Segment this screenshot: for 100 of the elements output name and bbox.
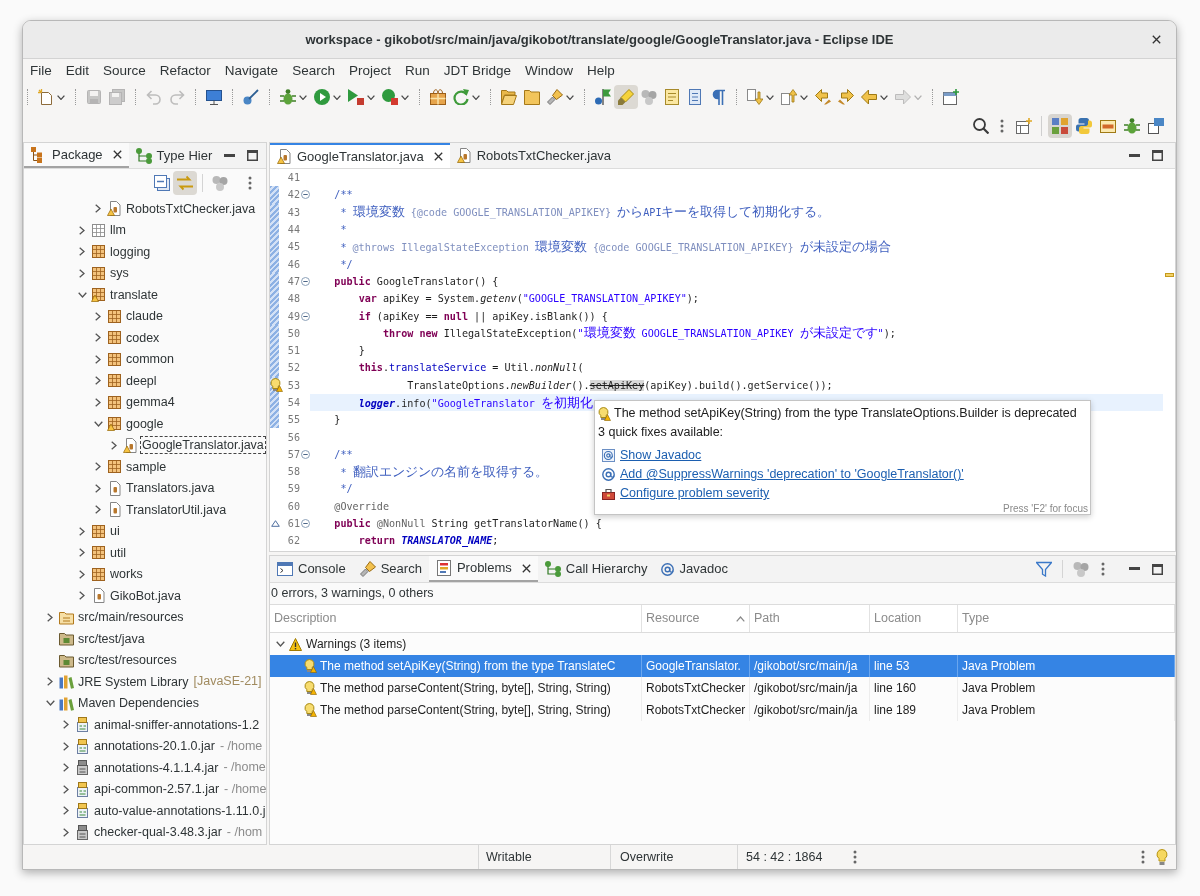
caret-down-icon[interactable] [367,94,375,100]
chevron-right-icon[interactable] [79,569,85,579]
quick-fix-link[interactable]: Configure problem severity [620,484,770,503]
menu-item[interactable]: JDT Bridge [436,61,518,82]
chevron-right-icon[interactable] [79,526,85,536]
flag-icon[interactable] [595,89,611,105]
chevron-right-icon[interactable] [63,763,69,773]
collapse-icon[interactable] [300,449,310,459]
more-icon[interactable] [1101,562,1105,576]
menu-item[interactable]: Navigate [217,61,286,82]
new-window-icon[interactable] [943,89,959,105]
search-icon[interactable] [973,118,989,134]
tree-item[interactable]: auto-value-annotations-1.11.0.j [92,801,266,820]
chevron-right-icon[interactable] [79,247,85,257]
tree-item[interactable]: TranslatorUtil.java [124,500,229,519]
chevron-right-icon[interactable] [95,333,101,343]
menu-item[interactable]: Help [580,61,622,82]
maximize-icon[interactable] [1152,150,1163,161]
tree-item[interactable]: src/main/resources [76,608,186,627]
tree-item[interactable]: util [108,543,128,562]
tree-item[interactable]: src/test/resources [76,651,179,670]
chevron-right-icon[interactable] [111,440,117,450]
tree-item[interactable]: works [108,565,145,584]
circular-arrow-icon[interactable] [453,89,469,105]
collapse-all-icon[interactable] [154,175,170,191]
tab[interactable]: Problems [428,556,538,582]
menu-item[interactable]: Edit [58,61,97,82]
quick-fix-link[interactable]: Add @SuppressWarnings 'deprecation' to 'GoogleTranslator()' [620,465,964,484]
chevron-right-icon[interactable] [63,806,69,816]
tab[interactable]: Javadoc [654,556,735,582]
box-icon[interactable] [430,89,446,105]
caret-down-icon[interactable] [333,94,341,100]
arrow-left-icon[interactable] [815,89,831,105]
column-header[interactable]: Location [874,609,922,628]
tab[interactable]: GoogleTranslator.java [270,143,450,168]
close-icon[interactable] [1152,35,1161,44]
close-icon[interactable] [521,563,531,573]
column-header[interactable]: Type [962,609,990,628]
chevron-right-icon[interactable] [95,311,101,321]
tree-item[interactable]: Translators.java [124,479,217,498]
maximize-icon[interactable] [1152,563,1163,575]
menu-item[interactable]: Window [518,61,580,82]
tree-item[interactable]: deepl [124,371,159,390]
perspective-button[interactable] [1048,114,1072,138]
more-icon[interactable] [1000,119,1004,133]
chevron-right-icon[interactable] [95,397,101,407]
maximize-icon[interactable] [247,150,258,161]
tree-item[interactable]: claude [124,307,165,326]
tree-item[interactable]: checker-qual-3.48.3.jar [92,823,224,842]
tree-item[interactable]: annotations-4.1.1.4.jar [92,758,221,777]
flashlight-icon[interactable] [547,89,563,105]
filter-icon[interactable] [1036,561,1052,577]
tree-item[interactable]: sys [108,264,131,283]
chevron-right-icon[interactable] [79,225,85,235]
tree-item[interactable]: annotations-20.1.0.jar [92,737,217,756]
chevron-right-icon[interactable] [47,612,53,622]
tree-item[interactable]: ui [108,522,122,541]
chevron-right-icon[interactable] [95,483,101,493]
caret-down-icon[interactable] [880,94,888,100]
caret-down-icon[interactable] [57,94,65,100]
column-header[interactable]: Description [274,609,337,628]
caret-down-icon[interactable] [472,94,480,100]
chevron-right-icon[interactable] [79,548,85,558]
tab[interactable]: Call Hierarchy [537,556,655,582]
toggle-button[interactable] [173,171,197,195]
collapse-icon[interactable] [300,190,310,200]
caret-down-icon[interactable] [766,94,774,100]
more-icon[interactable] [1141,850,1145,864]
folder-icon[interactable] [524,89,540,105]
collapse-icon[interactable] [300,276,310,286]
pilcrow-icon[interactable] [710,89,726,105]
chevron-up-icon[interactable] [736,615,745,622]
tree-item[interactable]: Maven Dependencies [76,694,201,713]
menu-item[interactable]: Project [341,61,398,82]
collapse-icon[interactable] [300,311,310,321]
collapse-icon[interactable] [300,519,310,529]
chevron-right-icon[interactable] [63,784,69,794]
close-icon[interactable] [112,150,122,159]
chevron-right-icon[interactable] [47,677,53,687]
arrow-down-icon[interactable] [747,89,763,105]
tree-item[interactable]: src/test/java [76,629,147,648]
more-icon[interactable] [853,850,857,864]
folder-open-icon[interactable] [501,89,517,105]
chevron-down-icon[interactable] [93,420,103,427]
chevron-right-icon[interactable] [95,354,101,364]
tree-item[interactable]: animal-sniffer-annotations-1.2 [92,715,262,734]
notes-icon[interactable] [664,89,680,105]
tree-item[interactable]: logging [108,242,153,261]
tab[interactable]: RobotsTxtChecker.java [449,143,619,168]
menu-item[interactable]: File [23,61,59,82]
table-row[interactable]: The method setApiKey(String) from the type TranslateC GoogleTranslator. /gikobot/src/main/ja line 53 Java Problem [270,655,1175,677]
warning-marker[interactable] [1164,273,1174,277]
chevron-right-icon[interactable] [79,591,85,601]
tree-item[interactable]: google [124,414,166,433]
open-perspective-icon[interactable] [1016,118,1032,134]
more-icon[interactable] [248,176,252,190]
chevron-right-icon[interactable] [63,741,69,751]
pin-icon[interactable] [243,89,259,105]
tab[interactable]: Console [270,556,353,582]
tab[interactable]: Search [352,556,429,582]
